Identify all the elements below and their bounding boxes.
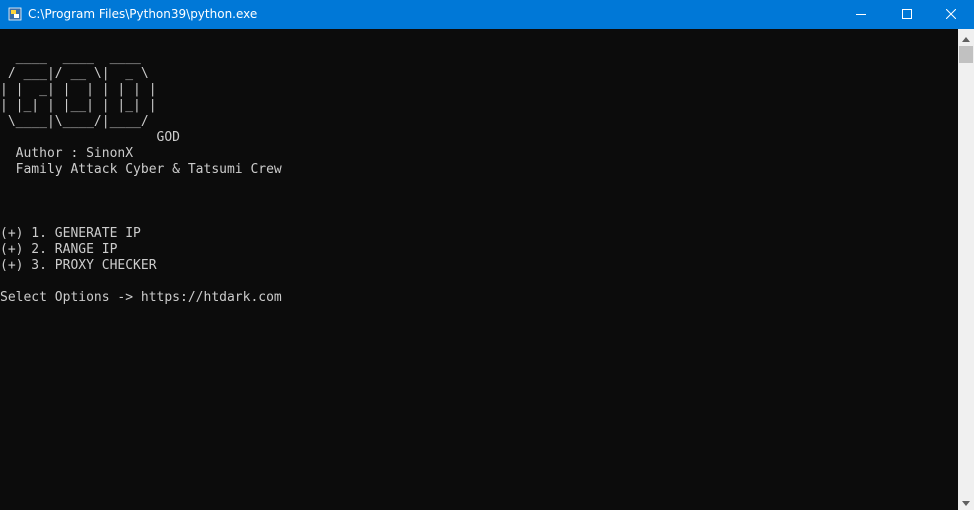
maximize-icon [902, 8, 912, 22]
console-line: Family Attack Cyber & Tatsumi Crew [0, 162, 282, 177]
scroll-thumb[interactable] [959, 46, 973, 63]
console-line: ____ ____ ____ [0, 50, 141, 65]
close-icon [945, 8, 957, 22]
console-line: Select Options -> https://htdark.com [0, 290, 282, 305]
console-line: | |_| | |__| | |_| | [0, 98, 157, 113]
chevron-up-icon [962, 29, 970, 47]
vertical-scrollbar[interactable] [958, 29, 974, 510]
console-line: (+) 3. PROXY CHECKER [0, 258, 157, 273]
maximize-button[interactable] [884, 0, 930, 29]
console-line: GOD [0, 130, 181, 145]
window-title: C:\Program Files\Python39\python.exe [28, 7, 258, 21]
console-window: C:\Program Files\Python39\python.exe ___… [0, 0, 974, 510]
minimize-button[interactable] [838, 0, 884, 29]
console-line: Author : SinonX [0, 146, 134, 161]
console-line: (+) 1. GENERATE IP [0, 226, 141, 241]
console-line: / ___|/ __ \| _ \ [0, 66, 149, 81]
title-bar[interactable]: C:\Program Files\Python39\python.exe [0, 0, 974, 29]
chevron-down-icon [962, 493, 970, 510]
close-button[interactable] [928, 0, 974, 29]
console-output-area[interactable]: ____ ____ ____ / ___|/ __ \| _ \ | | _| … [0, 29, 958, 510]
python-icon [8, 7, 22, 21]
scroll-down-button[interactable] [958, 493, 974, 510]
scroll-up-button[interactable] [958, 29, 974, 46]
console-line: \____|\____/|____/ [0, 114, 149, 129]
console-output: ____ ____ ____ / ___|/ __ \| _ \ | | _| … [0, 50, 282, 306]
minimize-icon [856, 8, 866, 22]
console-line: (+) 2. RANGE IP [0, 242, 118, 257]
console-line: | | _| | | | | | | [0, 82, 157, 97]
